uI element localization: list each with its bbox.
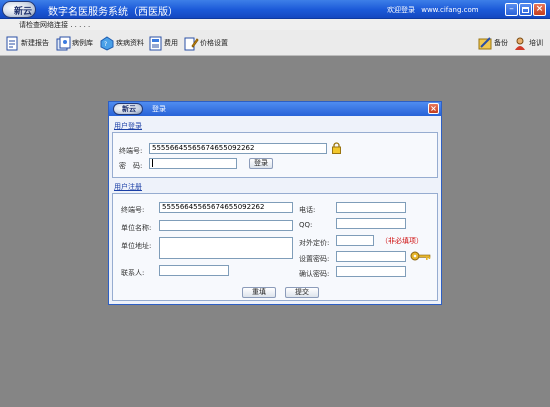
register-terminal-input[interactable]: 55556645565674655092262 — [159, 202, 293, 213]
price-settings-icon — [184, 36, 199, 51]
toolbar: 新建报告 病例库 ? 疾病资料 费用 价格设置 备份 培训 — [0, 30, 550, 56]
dialog-logo: 新云 — [113, 103, 143, 115]
confirm-password-input[interactable] — [336, 266, 406, 277]
submit-button[interactable]: 提交 — [285, 287, 319, 298]
register-group: 终端号: 55556645565674655092262 单位名称: 单位地址:… — [112, 193, 438, 301]
price-input[interactable] — [336, 235, 374, 246]
login-password-label: 密 码: — [119, 162, 143, 170]
new-report-button[interactable]: 新建报告 — [5, 34, 49, 52]
backup-icon — [478, 36, 493, 51]
login-dialog: 新云 登录 × 用户登录 终端号: 5555664556567465509226… — [108, 101, 442, 305]
status-bar: 请检查网络连接 . . . . . — [0, 19, 550, 30]
minimize-button[interactable]: – — [505, 3, 518, 16]
dialog-logo-text: 新云 — [122, 104, 136, 113]
price-label: 对外定价: — [299, 239, 330, 247]
network-status-text: 请检查网络连接 . . . . . — [19, 21, 91, 29]
svg-text:?: ? — [104, 41, 107, 48]
fees-button[interactable]: 费用 — [148, 34, 178, 52]
dialog-title: 登录 — [152, 105, 166, 113]
register-section-title: 用户注册 — [114, 183, 142, 191]
confirm-password-label: 确认密码: — [299, 270, 330, 278]
close-button[interactable]: × — [533, 3, 546, 16]
price-settings-button[interactable]: 价格设置 — [184, 34, 228, 52]
contact-input[interactable] — [159, 265, 229, 276]
backup-button[interactable]: 备份 — [478, 34, 508, 52]
disease-info-icon: ? — [100, 35, 115, 51]
app-logo: 新云 — [2, 1, 36, 18]
dialog-close-button[interactable]: × — [428, 103, 439, 114]
qq-input[interactable] — [336, 218, 406, 229]
maximize-button[interactable] — [519, 3, 532, 16]
disease-info-label: 疾病资料 — [116, 39, 144, 47]
backup-label: 备份 — [494, 39, 508, 47]
text-cursor — [152, 159, 153, 167]
unit-name-label: 单位名称: — [121, 224, 152, 232]
disease-info-button[interactable]: ? 疾病资料 — [100, 34, 144, 52]
training-label: 培训 — [529, 39, 543, 47]
app-title: 数字名医服务系统（西医版） — [48, 7, 178, 18]
set-password-label: 设置密码: — [299, 255, 330, 263]
case-library-icon — [56, 36, 71, 51]
set-password-input[interactable] — [336, 251, 406, 262]
key-icon — [410, 250, 432, 262]
contact-label: 联系人: — [121, 269, 145, 277]
unit-address-label: 单位地址: — [121, 242, 152, 250]
required-note: （非必填项） — [381, 237, 423, 245]
welcome-text: 欢迎登录 www.cifang.com — [387, 5, 479, 15]
fees-icon — [148, 36, 163, 51]
phone-label: 电话: — [299, 206, 316, 214]
new-report-label: 新建报告 — [21, 39, 49, 47]
welcome-label: 欢迎登录 — [387, 6, 415, 14]
training-icon — [513, 36, 528, 51]
reset-button[interactable]: 重填 — [242, 287, 276, 298]
login-terminal-label: 终端号: — [119, 147, 143, 155]
phone-input[interactable] — [336, 202, 406, 213]
new-report-icon — [5, 36, 20, 51]
lock-icon — [331, 142, 342, 154]
case-library-label: 病例库 — [72, 39, 93, 47]
price-settings-label: 价格设置 — [200, 39, 228, 47]
app-logo-text: 新云 — [14, 7, 33, 17]
login-group: 终端号: 55556645565674655092262 密 码: 登录 — [112, 132, 438, 178]
minimize-icon: – — [509, 4, 514, 14]
case-library-button[interactable]: 病例库 — [56, 34, 93, 52]
login-button[interactable]: 登录 — [249, 158, 273, 169]
training-button[interactable]: 培训 — [513, 34, 543, 52]
fees-label: 费用 — [164, 39, 178, 47]
register-terminal-label: 终端号: — [121, 206, 145, 214]
close-icon: × — [535, 4, 544, 14]
title-bar: 新云 数字名医服务系统（西医版） 欢迎登录 www.cifang.com – × — [0, 0, 550, 19]
unit-address-input[interactable] — [159, 237, 293, 259]
login-password-input[interactable] — [149, 158, 237, 169]
unit-name-input[interactable] — [159, 220, 293, 231]
login-section-title: 用户登录 — [114, 122, 142, 130]
close-icon: × — [430, 104, 437, 113]
maximize-icon — [522, 7, 529, 13]
login-terminal-input[interactable]: 55556645565674655092262 — [149, 143, 327, 154]
dialog-title-bar[interactable]: 新云 登录 × — [109, 102, 441, 116]
website-link[interactable]: www.cifang.com — [421, 6, 478, 14]
qq-label: QQ: — [299, 221, 313, 229]
